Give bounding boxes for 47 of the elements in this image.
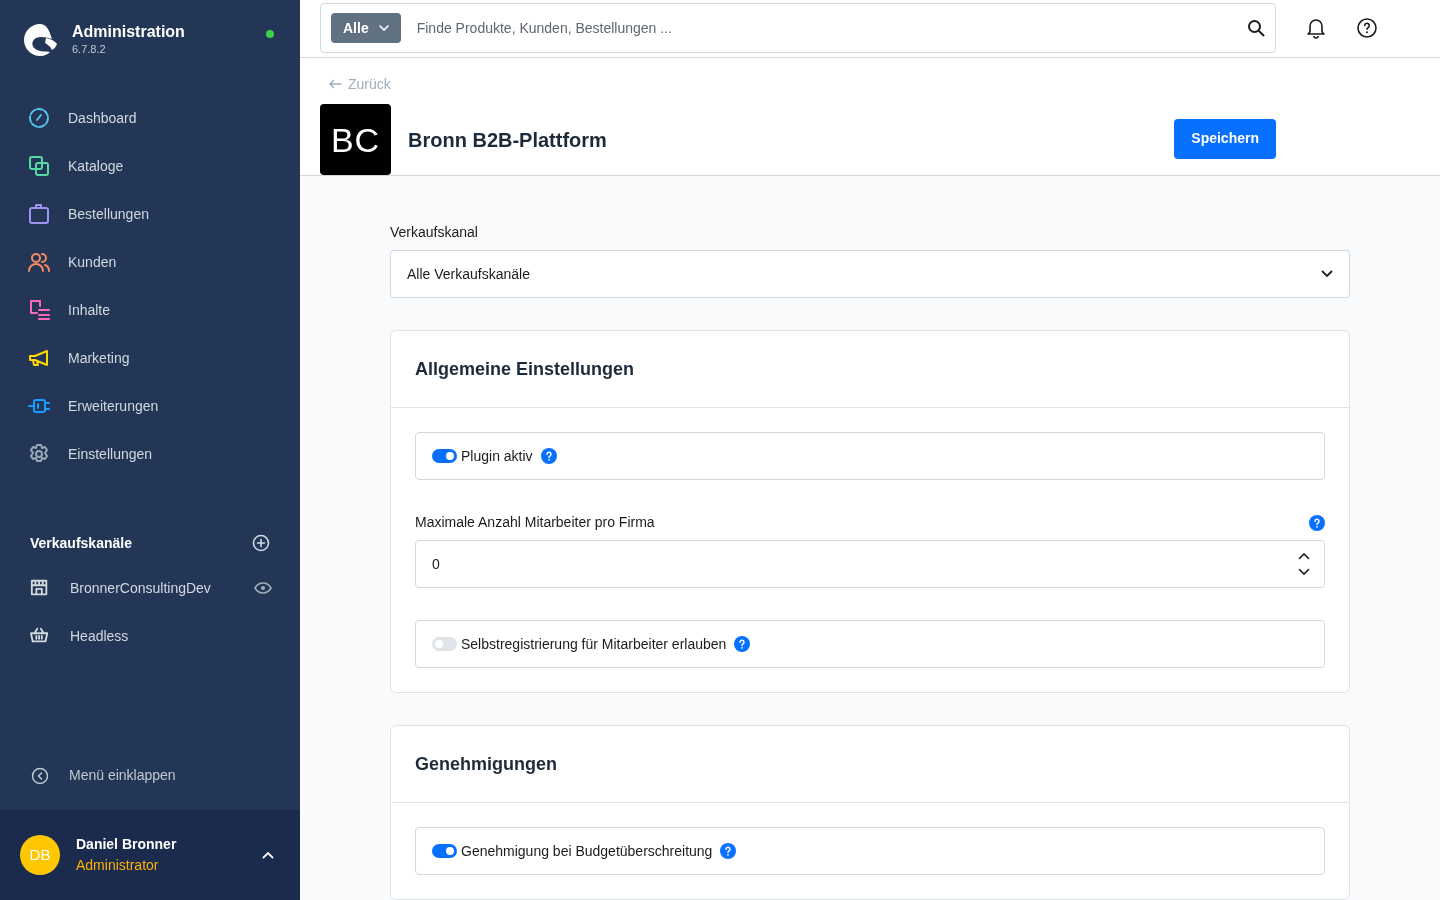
toggle-switch[interactable] bbox=[432, 637, 457, 651]
toggle-switch[interactable] bbox=[432, 844, 457, 858]
chevron-down-icon bbox=[1321, 270, 1333, 278]
filter-dropdown[interactable]: Alle bbox=[331, 13, 401, 44]
nav-item[interactable]: Marketing bbox=[28, 334, 300, 382]
help-icon bbox=[1356, 17, 1378, 40]
nav-item[interactable]: Erweiterungen bbox=[28, 382, 300, 430]
page-title: Bronn B2B-Plattform bbox=[408, 127, 607, 153]
storefront-icon bbox=[30, 578, 50, 598]
add-icon bbox=[252, 534, 270, 552]
sales-channel-item[interactable]: Headless bbox=[0, 612, 300, 660]
nav-item[interactable]: Bestellungen bbox=[28, 190, 300, 238]
field-label: Verkaufskanal bbox=[390, 223, 479, 242]
bell-icon bbox=[1306, 17, 1326, 40]
company-logo: BC bbox=[320, 104, 391, 175]
section-title: Verkaufskanäle bbox=[30, 533, 132, 553]
switch-label: Genehmigung bei Budgetüberschreitung bbox=[461, 841, 713, 861]
field-label: Maximale Anzahl Mitarbeiter pro Firma bbox=[415, 513, 655, 532]
number-field[interactable]: 0 bbox=[415, 540, 1325, 588]
search-bar[interactable]: Alle Finde Produkte, Kunden, Bestellungen ... bbox=[320, 3, 1276, 54]
nav-item[interactable]: Kataloge bbox=[28, 142, 300, 190]
collapse-menu-link[interactable]: Menü einklappen bbox=[0, 765, 300, 810]
switch-label: Plugin aktiv bbox=[461, 446, 533, 466]
user-role: Administrator bbox=[76, 856, 160, 875]
chevron-up-icon bbox=[1298, 552, 1310, 560]
sales-channel-item[interactable]: BronnerConsultingDev bbox=[0, 564, 300, 612]
switch-label: Selbstregistrierung für Mitarbeiter erlauben bbox=[461, 634, 727, 654]
search-icon bbox=[1247, 19, 1265, 38]
user-name: Daniel Bronner bbox=[76, 835, 177, 854]
chevron-down-icon bbox=[1298, 568, 1310, 576]
version-text: 6.7.8.2 bbox=[72, 42, 107, 58]
eye-icon bbox=[254, 582, 272, 594]
app-title: Administration bbox=[72, 22, 185, 42]
nav-item[interactable]: Inhalte bbox=[28, 286, 300, 334]
sales-channel-select[interactable]: Alle Verkaufskanäle bbox=[390, 250, 1350, 298]
nav-item[interactable]: Einstellungen bbox=[28, 430, 300, 478]
shop-logo-icon bbox=[22, 22, 58, 58]
nav-item[interactable]: Kunden bbox=[28, 238, 300, 286]
nav-item[interactable]: Dashboard bbox=[28, 94, 300, 142]
chevron-up-icon bbox=[262, 851, 274, 859]
chevron-left-circle-icon bbox=[31, 766, 49, 785]
card-title: Genehmigungen bbox=[415, 752, 557, 776]
save-button[interactable]: Speichern bbox=[1174, 118, 1276, 159]
toggle-switch[interactable] bbox=[432, 449, 457, 463]
card-title: Allgemeine Einstellungen bbox=[415, 357, 635, 381]
arrow-left-icon bbox=[328, 79, 342, 89]
chevron-down-icon bbox=[378, 25, 389, 32]
